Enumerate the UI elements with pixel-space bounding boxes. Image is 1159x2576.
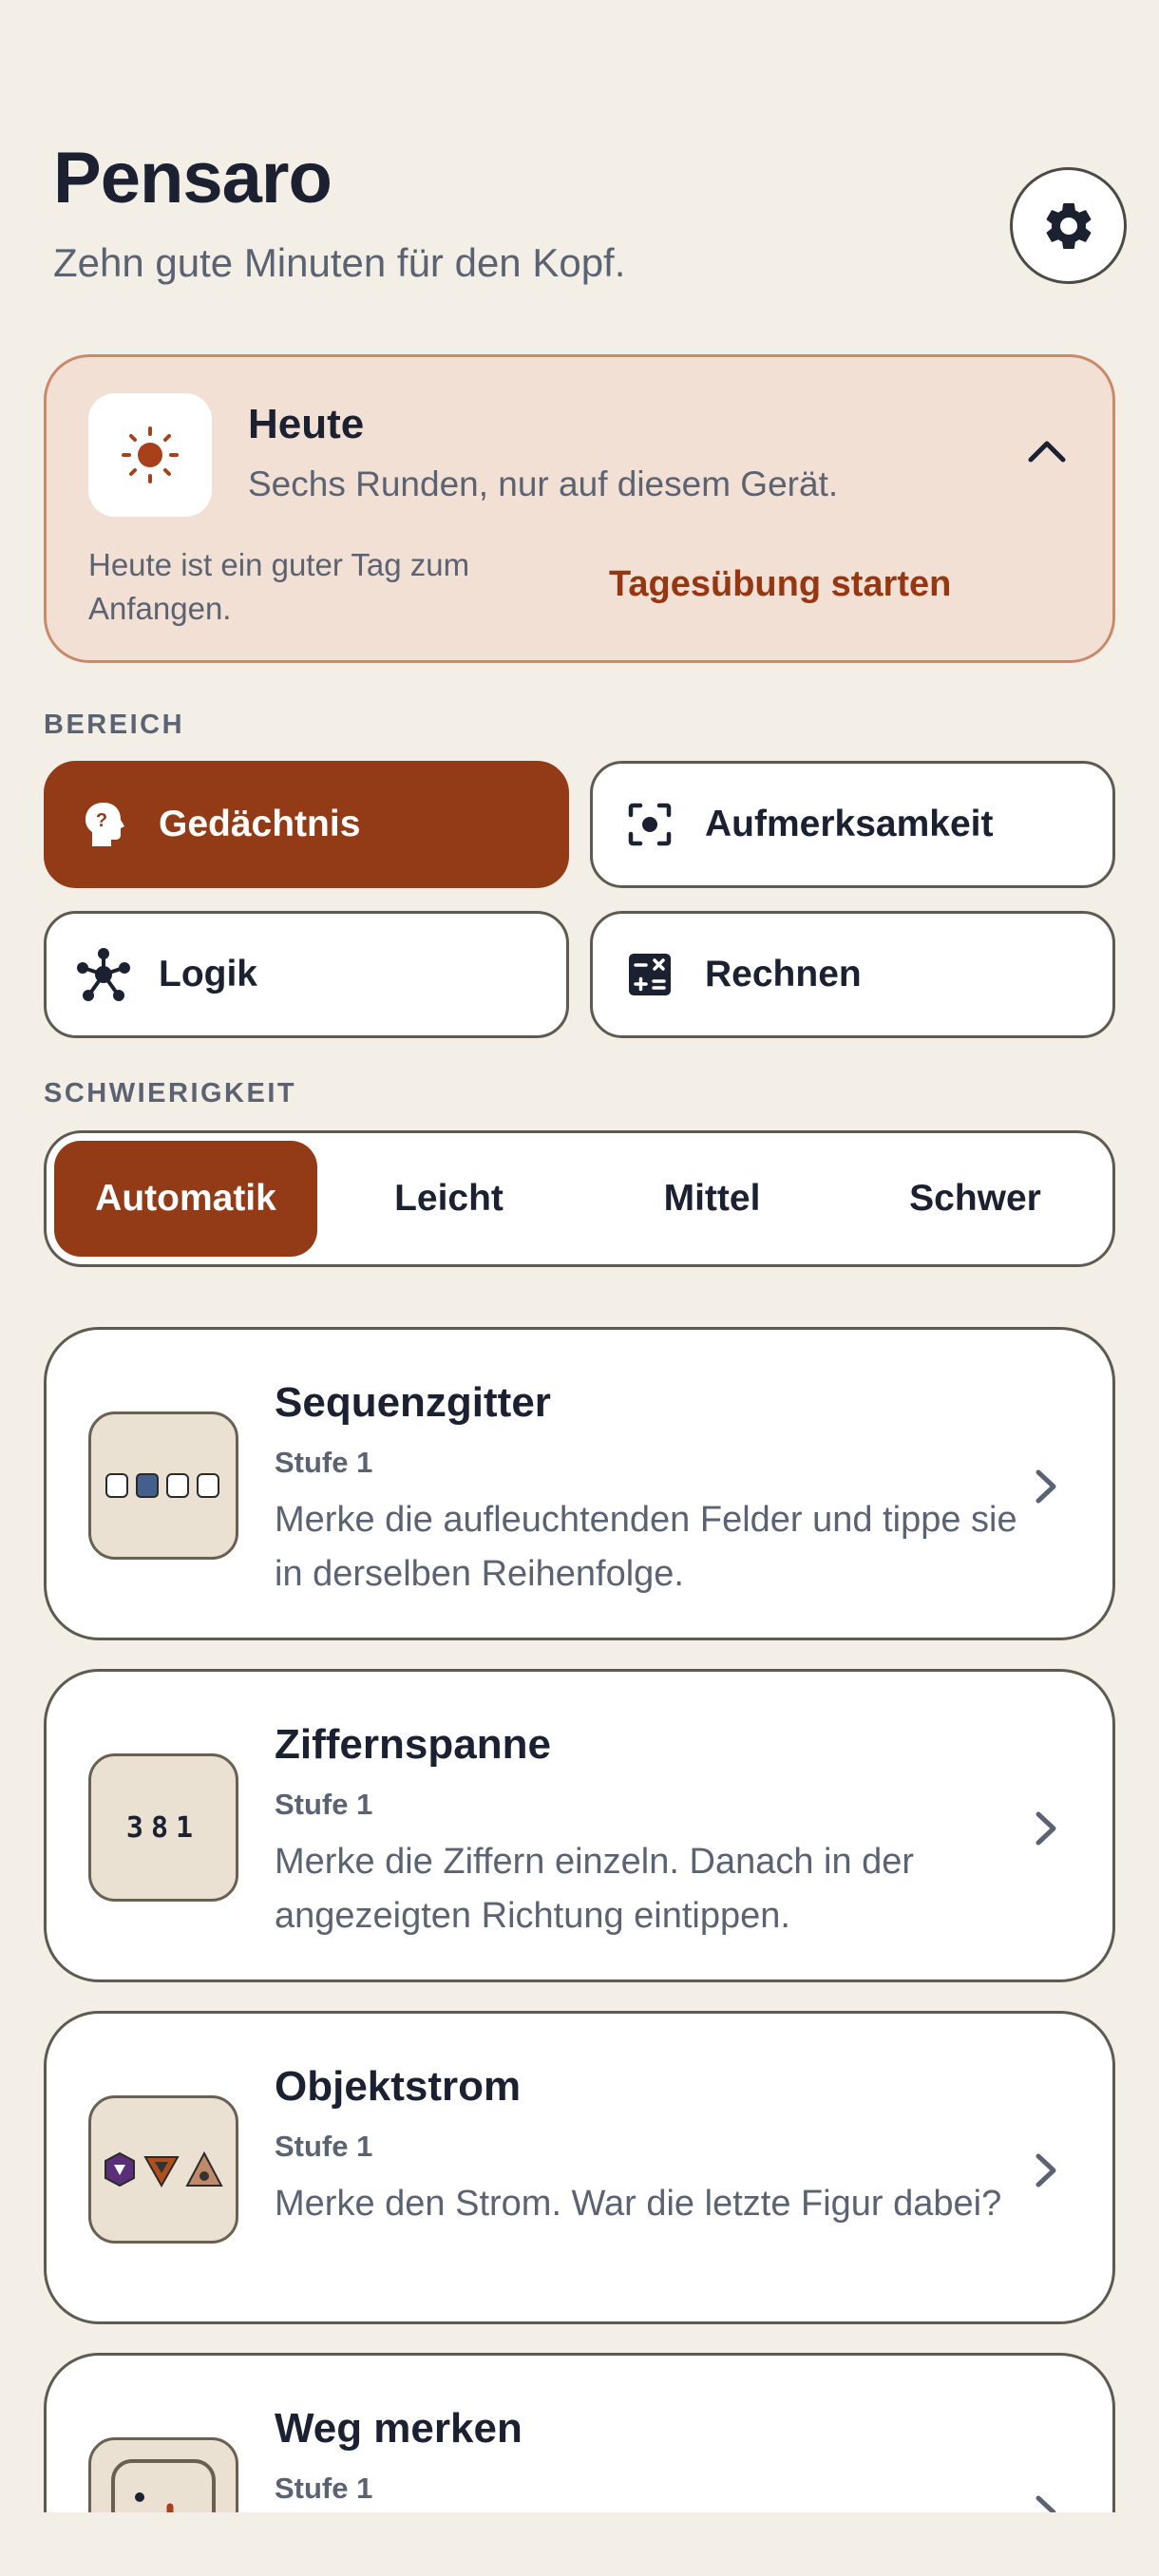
chevron-up-icon[interactable] (1025, 431, 1069, 469)
game-title: Ziffernspanne (275, 1721, 551, 1768)
game-card-object-stream[interactable]: Objektstrom Stufe 1 Merke den Strom. War… (44, 2011, 1115, 2324)
sun-icon (122, 426, 179, 483)
focus-icon (621, 796, 678, 853)
game-title: Weg merken (275, 2405, 522, 2452)
game-description: Merke die aufleuchtenden Felder und tipp… (275, 1500, 1017, 1594)
chevron-right-icon (1036, 2153, 1056, 2188)
chevron-right-icon (1036, 2495, 1056, 2512)
gear-icon (1046, 202, 1091, 249)
game-card-path-memory[interactable]: Weg merken Stufe 1 (44, 2353, 1115, 2512)
path-icon (88, 2437, 238, 2512)
chevron-right-icon (1036, 1811, 1056, 1846)
head-question-icon: ? (75, 796, 132, 853)
chevron-right-icon (1036, 1469, 1056, 1504)
game-title: Objektstrom (275, 2063, 522, 2110)
difficulty-option-auto[interactable]: Automatik (54, 1141, 317, 1257)
today-note: Heute ist ein guter Tag zum Anfangen. (88, 547, 470, 626)
difficulty-option-easy[interactable]: Leicht (317, 1141, 580, 1257)
game-card-digit-span[interactable]: 381 Ziffernspanne Stufe 1 Merke die Ziff… (44, 1669, 1115, 1982)
area-chip-label: Rechnen (705, 954, 862, 994)
settings-button[interactable] (1010, 167, 1127, 284)
area-chip-logic[interactable]: Logik (44, 911, 569, 1038)
area-chip-attention[interactable]: Aufmerksamkeit (590, 761, 1115, 888)
game-description: Merke die Ziffern einzeln. Danach in der… (275, 1842, 915, 1936)
area-chip-label: Aufmerksamkeit (705, 804, 994, 844)
game-card-sequence-grid[interactable]: Sequenzgitter Stufe 1 Merke die aufleuch… (44, 1327, 1115, 1640)
calculator-icon (621, 946, 678, 1003)
svg-text:?: ? (96, 810, 107, 831)
digits-icon: 381 (88, 1753, 238, 1902)
grid-sequence-icon (88, 1411, 238, 1560)
area-section-label: BEREICH (44, 710, 185, 740)
difficulty-option-hard[interactable]: Schwer (844, 1141, 1107, 1257)
area-chip-math[interactable]: Rechnen (590, 911, 1115, 1038)
game-level: Stufe 1 (275, 2130, 373, 2163)
hub-icon (75, 946, 132, 1003)
header: Pensaro Zehn gute Minuten für den Kopf. (53, 142, 1117, 285)
game-level: Stufe 1 (275, 2472, 373, 2505)
area-chip-memory[interactable]: ? Gedächtnis (44, 761, 569, 888)
app-subtitle: Zehn gute Minuten für den Kopf. (53, 240, 626, 285)
game-description: Merke den Strom. War die letzte Figur da… (275, 2184, 1002, 2224)
game-level: Stufe 1 (275, 1788, 373, 1821)
start-daily-button[interactable]: Tagesübung starten (609, 564, 951, 605)
today-subtitle: Sechs Runden, nur auf diesem Gerät. (248, 464, 839, 503)
difficulty-section-label: SCHWIERIGKEIT (44, 1078, 297, 1108)
screen: Pensaro Zehn gute Minuten für den Kopf. (0, 0, 1159, 2512)
game-level: Stufe 1 (275, 1446, 373, 1479)
difficulty-option-medium[interactable]: Mittel (580, 1141, 844, 1257)
app-title: Pensaro (53, 138, 332, 218)
shapes-icon (88, 2095, 238, 2244)
today-card[interactable]: Heute Sechs Runden, nur auf diesem Gerät… (44, 354, 1115, 663)
difficulty-segmented-control: Automatik Leicht Mittel Schwer (44, 1130, 1115, 1267)
today-icon-tile (88, 393, 212, 517)
game-title: Sequenzgitter (275, 1379, 551, 1426)
area-chip-label: Logik (159, 954, 257, 994)
area-chip-label: Gedächtnis (159, 804, 361, 844)
digits-thumb-text: 381 (125, 1810, 201, 1845)
today-title: Heute (248, 401, 365, 447)
